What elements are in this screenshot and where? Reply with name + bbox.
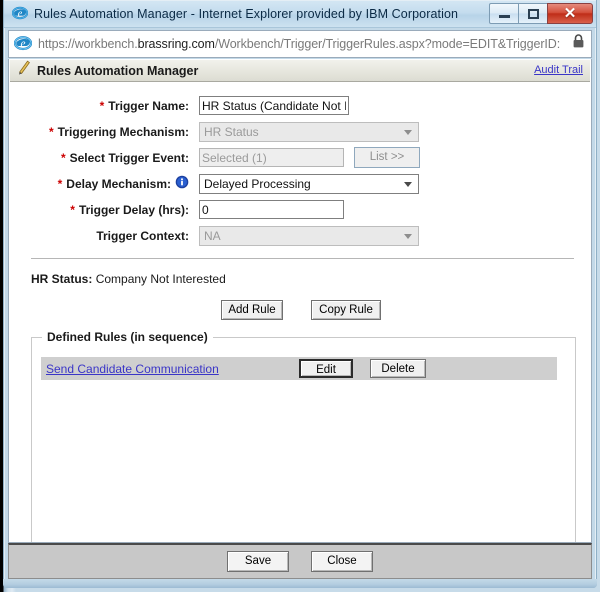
section-divider	[31, 258, 574, 259]
close-window-button[interactable]: ✕	[547, 3, 593, 24]
title-bar: e Rules Automation Manager - Internet Ex…	[4, 1, 596, 28]
defined-rules-fieldset: Defined Rules (in sequence) Send Candida…	[31, 330, 576, 542]
chevron-down-icon	[404, 181, 412, 187]
trigger-context-select[interactable]: NA	[199, 225, 419, 246]
close-button[interactable]: Close	[311, 551, 373, 572]
triggering-mechanism-select[interactable]: HR Status	[199, 121, 419, 142]
required-marker: *	[70, 202, 75, 217]
field-row-trigger-name: * Trigger Name:	[9, 94, 591, 117]
copy-rule-button[interactable]: Copy Rule	[311, 300, 381, 320]
audit-trail-link[interactable]: Audit Trail	[534, 64, 583, 76]
svg-text:e: e	[18, 8, 23, 19]
trigger-delay-input[interactable]	[199, 200, 344, 219]
defined-rules-legend: Defined Rules (in sequence)	[42, 330, 213, 344]
delay-mechanism-value: Delayed Processing	[204, 176, 311, 191]
label-delay-mechanism: * Delay Mechanism:	[9, 175, 199, 192]
table-row: Send Candidate Communication Edit Delete	[41, 357, 557, 380]
field-row-select-trigger-event: * Select Trigger Event: List >>	[9, 146, 591, 169]
hr-status-label: HR Status:	[31, 272, 93, 286]
save-button[interactable]: Save	[227, 551, 289, 572]
svg-text:e: e	[21, 38, 26, 50]
required-marker: *	[99, 98, 105, 113]
minimize-button[interactable]	[489, 3, 518, 24]
browser-window: e Rules Automation Manager - Internet Ex…	[0, 0, 600, 592]
address-url[interactable]: https://workbench.brassring.com/Workbenc…	[38, 37, 572, 51]
delay-mechanism-select[interactable]: Delayed Processing	[199, 173, 419, 194]
window-frame-bottom	[3, 579, 597, 588]
window-title: Rules Automation Manager - Internet Expl…	[34, 7, 459, 21]
page-header: Rules Automation Manager Audit Trail	[10, 60, 590, 82]
label-trigger-name: * Trigger Name:	[99, 98, 189, 113]
footer-bar: Save Close	[8, 543, 592, 579]
maximize-button[interactable]	[518, 3, 547, 24]
list-button[interactable]: List >>	[354, 147, 420, 168]
rule-action-buttons: Add Rule Copy Rule	[9, 300, 591, 320]
trigger-name-input[interactable]	[199, 96, 349, 115]
url-path: /Workbench/Trigger/TriggerRules.aspx?mod…	[214, 37, 561, 51]
label-select-trigger-event: * Select Trigger Event:	[60, 150, 189, 165]
chevron-down-icon	[404, 129, 412, 135]
trigger-context-value: NA	[204, 228, 221, 243]
add-rule-button[interactable]: Add Rule	[221, 300, 283, 320]
field-row-trigger-delay: * Trigger Delay (hrs):	[9, 198, 591, 221]
address-bar[interactable]: e https://workbench.brassring.com/Workbe…	[8, 30, 592, 58]
lock-icon	[572, 34, 585, 54]
pencil-icon	[17, 60, 31, 81]
hr-status-value: Company Not Interested	[95, 272, 226, 286]
select-trigger-event-input[interactable]	[199, 148, 344, 167]
required-marker: *	[57, 176, 63, 191]
ie-logo-icon: e	[11, 4, 29, 25]
rule-name-link[interactable]: Send Candidate Communication	[46, 362, 219, 376]
window-controls: ✕	[489, 3, 593, 24]
label-triggering-mechanism: * Triggering Mechanism:	[48, 124, 189, 139]
url-prefix: https://workbench.	[38, 37, 138, 51]
info-icon[interactable]	[175, 175, 189, 192]
ie-logo-icon: e	[13, 33, 33, 56]
page-title: Rules Automation Manager	[37, 63, 199, 78]
minimize-icon	[498, 15, 510, 18]
edit-rule-button[interactable]: Edit	[299, 359, 353, 378]
label-trigger-delay: * Trigger Delay (hrs):	[70, 202, 189, 217]
triggering-mechanism-value: HR Status	[204, 124, 259, 139]
close-icon: ✕	[563, 5, 577, 22]
trigger-form: * Trigger Name: * Triggering Mechanism: …	[9, 82, 591, 542]
field-row-triggering-mechanism: * Triggering Mechanism: HR Status	[9, 120, 591, 143]
maximize-icon	[527, 8, 539, 19]
url-domain: brassring.com	[137, 37, 215, 51]
chevron-down-icon	[404, 233, 412, 239]
page-content: Rules Automation Manager Audit Trail * T…	[8, 59, 592, 543]
required-marker: *	[60, 150, 66, 165]
field-row-delay-mechanism: * Delay Mechanism: Delayed Processing	[9, 172, 591, 195]
field-row-trigger-context: Trigger Context: NA	[9, 224, 591, 247]
required-marker: *	[48, 124, 54, 139]
hr-status-summary: HR Status: Company Not Interested	[31, 272, 226, 286]
label-trigger-context: Trigger Context:	[96, 228, 189, 243]
delete-rule-button[interactable]: Delete	[370, 359, 426, 378]
